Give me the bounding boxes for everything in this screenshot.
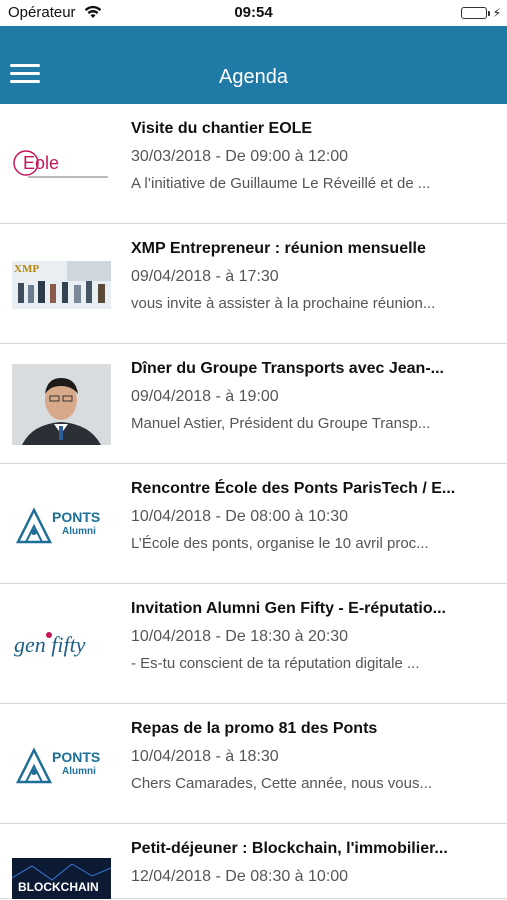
event-item[interactable]: PONTS Alumni Rencontre École des Ponts P… [0,464,507,584]
svg-text:Alumni: Alumni [62,766,96,777]
eole-logo: Eole [12,124,111,205]
navigation-bar: Agenda [0,26,507,104]
xmp-event-photo: XMP [12,244,111,325]
svg-text:PONTS: PONTS [52,749,100,765]
battery-icon [460,7,487,19]
event-date: 30/03/2018 - De 09:00 à 12:00 [131,148,349,165]
charging-icon: ⚡ [492,6,501,20]
event-description: vous invite à assister à la prochaine ré… [131,295,436,312]
event-description: L’École des ponts, organise le 10 avril … [131,535,429,552]
svg-text:Alumni: Alumni [62,526,96,537]
event-date: 09/04/2018 - à 19:00 [131,388,279,405]
event-date: 09/04/2018 - à 17:30 [131,268,279,285]
event-title: Dîner du Groupe Transports avec Jean-... [131,360,444,377]
clock: 09:54 [234,4,273,21]
svg-text:PONTS: PONTS [52,509,100,525]
event-title: Repas de la promo 81 des Ponts [131,720,378,737]
battery-indicator: ⚡ [460,6,501,20]
event-item[interactable]: gen fifty Invitation Alumni Gen Fifty - … [0,584,507,704]
event-date: 12/04/2018 - De 08:30 à 10:00 [131,868,349,885]
blockchain-image: BLOCKCHAIN [12,858,111,899]
svg-text:Eole: Eole [23,153,59,173]
agenda-list: Eole Visite du chantier EOLE 30/03/2018 … [0,104,507,899]
event-title: Petit-déjeuner : Blockchain, l'immobilie… [131,840,448,857]
event-title: Visite du chantier EOLE [131,120,313,137]
event-description: A l’initiative de Guillaume Le Réveillé … [131,175,431,192]
event-item[interactable]: Eole Visite du chantier EOLE 30/03/2018 … [0,104,507,224]
event-date: 10/04/2018 - De 18:30 à 20:30 [131,628,349,645]
event-item[interactable]: BLOCKCHAIN Petit-déjeuner : Blockchain, … [0,824,507,899]
event-item[interactable]: XMP XMP Entrepreneur : réunion mensuelle… [0,224,507,344]
ponts-alumni-logo: PONTS Alumni [12,484,111,565]
event-date: 10/04/2018 - De 08:00 à 10:30 [131,508,349,525]
event-item[interactable]: PONTS Alumni Repas de la promo 81 des Po… [0,704,507,824]
event-date: 10/04/2018 - à 18:30 [131,748,279,765]
event-title: Rencontre École des Ponts ParisTech / E.… [131,480,456,497]
event-description: Chers Camarades, Cette année, nous vous.… [131,775,432,792]
svg-text:BLOCKCHAIN: BLOCKCHAIN [18,880,99,894]
status-bar: Opérateur 09:54 ⚡ [0,0,507,26]
gen-fifty-logo: gen fifty [12,604,111,685]
event-description: Manuel Astier, Président du Groupe Trans… [131,415,431,432]
page-title: Agenda [219,66,288,88]
svg-text:XMP: XMP [14,263,39,275]
event-title: Invitation Alumni Gen Fifty - E-réputati… [131,600,446,617]
speaker-photo [12,364,111,445]
event-description: - Es-tu conscient de ta réputation digit… [131,655,420,672]
event-title: XMP Entrepreneur : réunion mensuelle [131,240,426,257]
event-item[interactable]: Dîner du Groupe Transports avec Jean-...… [0,344,507,464]
ponts-alumni-logo: PONTS Alumni [12,724,111,805]
